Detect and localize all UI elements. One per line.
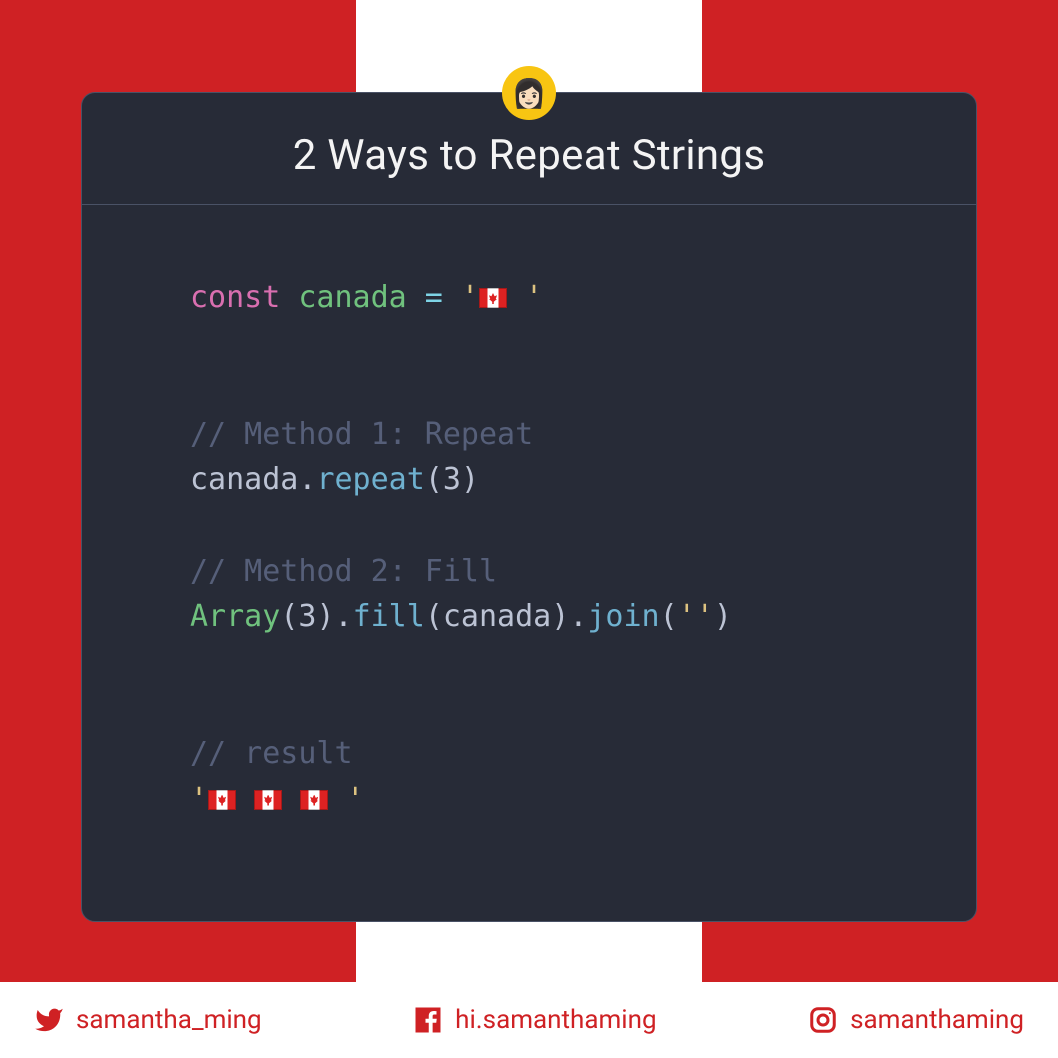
twitter-icon xyxy=(34,1005,64,1035)
fn-repeat: repeat xyxy=(316,462,424,497)
comment-method1: // Method 1: Repeat xyxy=(190,417,533,452)
fn-join: join xyxy=(587,599,659,634)
num-3: 3 xyxy=(298,599,316,634)
page-title: 2 Ways to Repeat Strings xyxy=(293,131,766,180)
arg-canada: canada xyxy=(443,599,551,634)
string-close: ' xyxy=(507,280,543,315)
instagram-icon xyxy=(808,1005,838,1035)
flag-icon xyxy=(479,288,507,308)
facebook-handle: hi.samanthaming xyxy=(455,1005,656,1035)
social-instagram: samanthaming xyxy=(808,1005,1024,1035)
social-twitter: samantha_ming xyxy=(34,1005,262,1035)
fn-fill: fill xyxy=(353,599,425,634)
dot: . xyxy=(298,462,316,497)
flag-icon xyxy=(208,790,236,810)
paren-close: ) xyxy=(461,462,479,497)
class-array: Array xyxy=(190,599,280,634)
var-canada: canada xyxy=(298,280,406,315)
paren-open: ( xyxy=(425,599,443,634)
code-card: 👩🏻 2 Ways to Repeat Strings const canada… xyxy=(81,92,977,922)
facebook-icon xyxy=(413,1005,443,1035)
op-equals: = xyxy=(407,280,461,315)
result-gap xyxy=(236,782,254,817)
empty-string: '' xyxy=(678,599,714,634)
paren-close: ) xyxy=(316,599,334,634)
keyword-const: const xyxy=(190,280,280,315)
paren-open: ( xyxy=(425,462,443,497)
comment-method2: // Method 2: Fill xyxy=(190,554,497,589)
avatar: 👩🏻 xyxy=(502,66,556,120)
flag-icon xyxy=(254,790,282,810)
avatar-emoji: 👩🏻 xyxy=(512,77,547,110)
result-close: ' xyxy=(328,782,364,817)
code-block: const canada = ' ' // Method 1: Repeat c… xyxy=(82,205,976,862)
num-3: 3 xyxy=(443,462,461,497)
instagram-handle: samanthaming xyxy=(850,1005,1024,1035)
paren-close: ) xyxy=(551,599,569,634)
twitter-handle: samantha_ming xyxy=(76,1005,262,1035)
flag-icon xyxy=(300,790,328,810)
dot: . xyxy=(569,599,587,634)
string-open: ' xyxy=(461,280,479,315)
ref-canada: canada xyxy=(190,462,298,497)
social-facebook: hi.samanthaming xyxy=(413,1005,656,1035)
dot: . xyxy=(335,599,353,634)
result-gap xyxy=(282,782,300,817)
paren-open: ( xyxy=(660,599,678,634)
paren-open: ( xyxy=(280,599,298,634)
comment-result: // result xyxy=(190,736,353,771)
footer: samantha_ming hi.samanthaming samanthami… xyxy=(0,982,1058,1058)
result-open: ' xyxy=(190,782,208,817)
paren-close: ) xyxy=(714,599,732,634)
